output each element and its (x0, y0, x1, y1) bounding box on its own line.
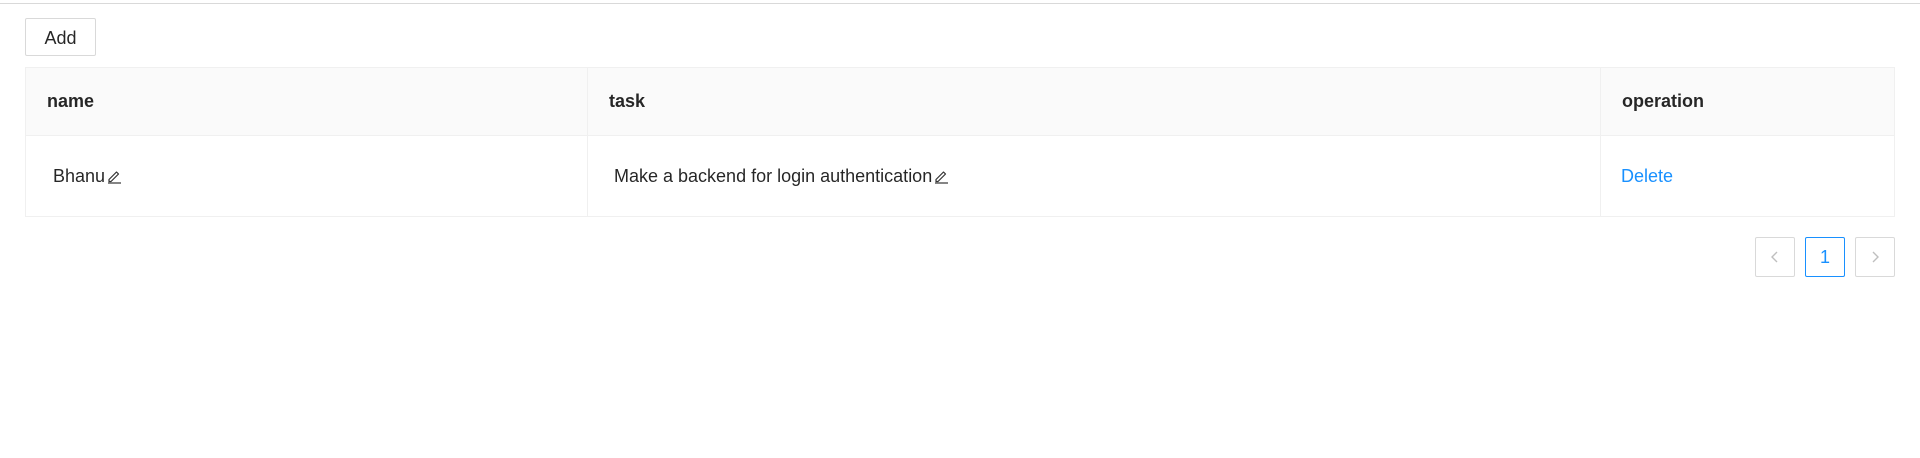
page-number-button[interactable]: 1 (1805, 237, 1845, 277)
chevron-right-icon (1872, 251, 1879, 263)
pagination: 1 (1745, 237, 1895, 277)
delete-link[interactable]: Delete (1621, 166, 1673, 187)
column-header-name: name (26, 68, 588, 135)
top-divider (0, 3, 1920, 4)
prev-page-button[interactable] (1755, 237, 1795, 277)
task-value: Make a backend for login authentication (614, 165, 933, 186)
edit-icon[interactable] (933, 168, 949, 184)
name-value: Bhanu (53, 165, 106, 186)
operation-cell: Delete (1601, 136, 1894, 216)
column-header-operation: operation (1622, 91, 1705, 111)
task-cell[interactable]: Make a backend for login authentication (588, 136, 1601, 216)
add-button[interactable]: Add (25, 18, 96, 56)
task-table: name task operation Bhanu Make a backend… (25, 67, 1895, 217)
name-cell[interactable]: Bhanu (26, 136, 588, 216)
chevron-left-icon (1771, 251, 1778, 263)
table-header-row: name task operation (26, 68, 1894, 136)
edit-icon[interactable] (106, 168, 122, 184)
table-row: Bhanu Make a backend for login authentic… (26, 136, 1894, 216)
next-page-button[interactable] (1855, 237, 1895, 277)
column-header-task: task (588, 68, 1601, 135)
